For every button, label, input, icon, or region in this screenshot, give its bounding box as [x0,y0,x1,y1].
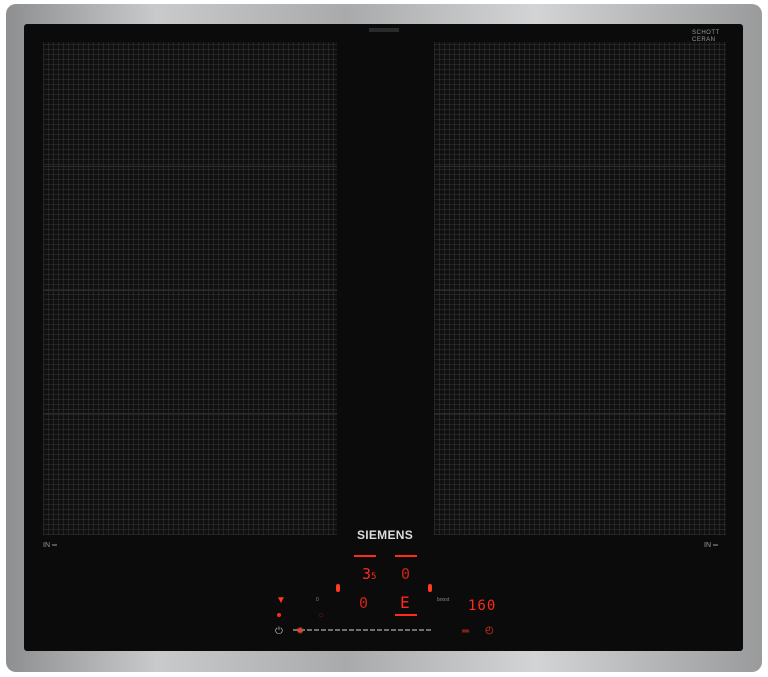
flex-zone-label-right: IN ═ [704,542,718,549]
status-dot [277,613,281,617]
cooking-zone-left[interactable] [43,42,337,535]
power-level-mid[interactable]: 0 [359,594,368,612]
cooktop-glass: SCHOTT CERAN IN ═ IN ═ SIEMENS [24,24,743,651]
power-slider[interactable] [293,626,433,634]
pan-right-icon: ═ [712,542,718,549]
power-level-right[interactable]: E [400,593,410,612]
wifi-icon[interactable]: ▼ [276,596,286,606]
pan-timer-icon[interactable]: ═ [462,627,469,637]
flex-zone-label-left: IN ═ [43,542,57,549]
pan-left-icon: ═ [51,542,57,549]
slider-min-label: 0 [316,597,319,603]
power-level-rear[interactable]: 0 [401,565,410,583]
cooking-zone-right[interactable] [434,42,726,535]
power-level-front[interactable]: 35 [362,565,376,583]
zone-indicator-bar [395,614,417,616]
timer-readout: 160 [468,598,497,614]
power-icon[interactable]: ⏻ [275,627,283,637]
timer-icon[interactable]: ◴ [485,626,494,636]
brand-logo: SIEMENS [356,528,414,542]
zone-indicator-bar [354,555,376,557]
slider-max-label: boost [437,597,450,603]
top-center-mark [369,28,399,32]
zone-select-left[interactable] [336,584,340,592]
lock-icon[interactable]: ○ [318,611,324,621]
zone-indicator-bar [395,555,417,557]
zone-select-right[interactable] [428,584,432,592]
